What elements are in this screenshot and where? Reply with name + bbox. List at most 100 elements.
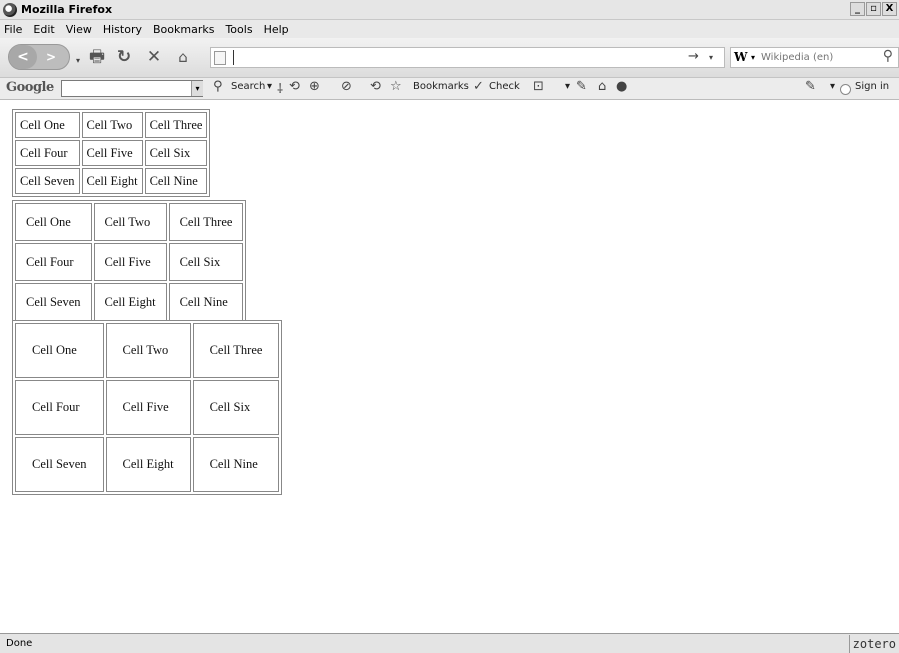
search-input[interactable] [761, 50, 871, 65]
table-row: Cell Four Cell Five Cell Six [15, 243, 244, 281]
table-cell: Cell Five [105, 380, 191, 435]
search-dropdown-icon[interactable]: ▾ [267, 81, 272, 92]
table-cell: Cell One [15, 203, 92, 241]
table-cell: Cell Three [192, 323, 280, 378]
table-cell: Cell Two [105, 323, 191, 378]
table-cell: Cell One [15, 112, 80, 138]
spellcheck-icon[interactable]: ✓ [473, 79, 484, 94]
back-button[interactable]: < [9, 45, 37, 69]
google-bookmarks-button[interactable]: Bookmarks [413, 81, 469, 92]
table-row: Cell One Cell Two Cell Three [15, 203, 244, 241]
menu-edit[interactable]: Edit [33, 23, 54, 36]
table-row: Cell One Cell Two Cell Three [15, 112, 208, 138]
close-button[interactable]: X [882, 2, 897, 16]
table-medium: Cell One Cell Two Cell Three Cell Four C… [12, 200, 247, 324]
history-dropdown-icon[interactable]: ▾ [76, 56, 80, 65]
table-cell: Cell Three [168, 203, 244, 241]
page-share-icon[interactable]: ⊡ [533, 79, 544, 94]
sidewiki-icon[interactable]: ⟲ [370, 79, 381, 94]
maximize-button[interactable]: ▫ [866, 2, 881, 16]
star-icon[interactable]: ☆ [390, 79, 402, 94]
sign-in-icon[interactable] [840, 84, 851, 95]
table-cell: Cell Five [93, 243, 167, 281]
google-search-icon[interactable]: ⚲ [213, 79, 223, 94]
table-cell: Cell Nine [192, 437, 280, 492]
page-icon [214, 51, 226, 65]
table-cell: Cell Two [93, 203, 167, 241]
share-dropdown-icon[interactable]: ▾ [565, 81, 570, 92]
table-cell: Cell Six [168, 243, 244, 281]
table-cell: Cell One [15, 323, 104, 378]
back-forward-group: < > [8, 44, 70, 70]
google-dropdown-icon[interactable]: ▾ [191, 81, 203, 96]
table-row: Cell Seven Cell Eight Cell Nine [15, 168, 208, 194]
zotero-button[interactable]: zotero [848, 635, 899, 653]
table-cell: Cell Nine [144, 168, 208, 194]
table-row: Cell Seven Cell Eight Cell Nine [15, 283, 244, 321]
table-row: Cell Seven Cell Eight Cell Nine [15, 437, 280, 492]
table-cell: Cell Four [15, 380, 104, 435]
stop-icon[interactable]: ✕ [143, 46, 165, 68]
status-bar: Done zotero [0, 633, 899, 653]
title-bar: Mozilla Firefox _ ▫ X [0, 0, 899, 20]
google-search-input[interactable] [61, 80, 203, 97]
share-icon[interactable]: ⟲ [289, 79, 300, 94]
table-cell: Cell Six [192, 380, 280, 435]
popup-blocker-icon[interactable]: ⊕ [309, 79, 320, 94]
minimize-button[interactable]: _ [850, 2, 865, 16]
status-text: Done [6, 638, 33, 649]
table-large: Cell One Cell Two Cell Three Cell Four C… [12, 320, 283, 495]
table-cell: Cell Eight [93, 283, 167, 321]
wikipedia-icon[interactable]: W [734, 50, 747, 64]
table-row: Cell Four Cell Five Cell Six [15, 140, 208, 166]
table-cell: Cell Two [81, 112, 143, 138]
menu-help[interactable]: Help [264, 23, 289, 36]
wrench-icon[interactable]: ✎ [805, 79, 816, 94]
page-content: Cell One Cell Two Cell Three Cell Four C… [0, 101, 899, 633]
go-arrow-icon[interactable]: → [688, 49, 699, 64]
check-button[interactable]: Check [489, 81, 520, 92]
search-bar[interactable]: W ▾ ⚲ [730, 47, 899, 68]
go-dropdown-icon[interactable]: ▾ [709, 53, 713, 62]
engine-dropdown-icon[interactable]: ▾ [751, 53, 755, 62]
globe-icon[interactable]: ● [616, 79, 627, 94]
table-cell: Cell Four [15, 243, 92, 281]
table-cell: Cell Seven [15, 437, 104, 492]
table-cell: Cell Four [15, 140, 80, 166]
url-input[interactable] [233, 50, 713, 65]
window-controls: _ ▫ X [850, 2, 897, 16]
google-logo: Google [6, 80, 54, 95]
table-cell: Cell Five [81, 140, 143, 166]
firefox-icon [3, 2, 17, 17]
pen-icon[interactable]: ✎ [576, 79, 587, 94]
sign-in-link[interactable]: Sign in [855, 81, 889, 92]
google-search-button[interactable]: Search [231, 81, 265, 92]
translate-icon[interactable]: ⊘ [341, 79, 352, 94]
menu-history[interactable]: History [103, 23, 142, 36]
menu-view[interactable]: View [66, 23, 92, 36]
table-cell: Cell Nine [168, 283, 244, 321]
table-cell: Cell Eight [105, 437, 191, 492]
url-bar[interactable] [210, 47, 725, 68]
menu-tools[interactable]: Tools [225, 23, 252, 36]
search-icon[interactable]: ⚲ [883, 48, 893, 64]
table-cell: Cell Seven [15, 168, 80, 194]
table-cell: Cell Eight [81, 168, 143, 194]
table-cell: Cell Seven [15, 283, 92, 321]
table-cell: Cell Six [144, 140, 208, 166]
home-icon[interactable]: ⌂ [172, 46, 194, 68]
wrench-dropdown-icon[interactable]: ▾ [830, 81, 835, 92]
menu-bookmarks[interactable]: Bookmarks [153, 23, 214, 36]
window-title: Mozilla Firefox [21, 3, 113, 16]
forward-button[interactable]: > [40, 47, 62, 67]
google-toolbar: Google ▾ ⚲ Search ▾ ⸸ ⟲ ⊕ ⊘ ⟲ ☆ Bookmark… [0, 78, 899, 100]
bank-icon[interactable]: ⌂ [598, 79, 606, 94]
table-small: Cell One Cell Two Cell Three Cell Four C… [12, 109, 211, 197]
print-icon[interactable]: 🖶 [86, 46, 108, 68]
reload-icon[interactable]: ↻ [113, 46, 135, 68]
navigation-toolbar: < > ▾ 🖶 ↻ ✕ ⌂ → ▾ W ▾ ⚲ [0, 38, 899, 78]
spellcheck-lead-icon[interactable]: ⸸ [277, 79, 283, 97]
table-row: Cell One Cell Two Cell Three [15, 323, 280, 378]
table-cell: Cell Three [144, 112, 208, 138]
menu-file[interactable]: File [4, 23, 22, 36]
